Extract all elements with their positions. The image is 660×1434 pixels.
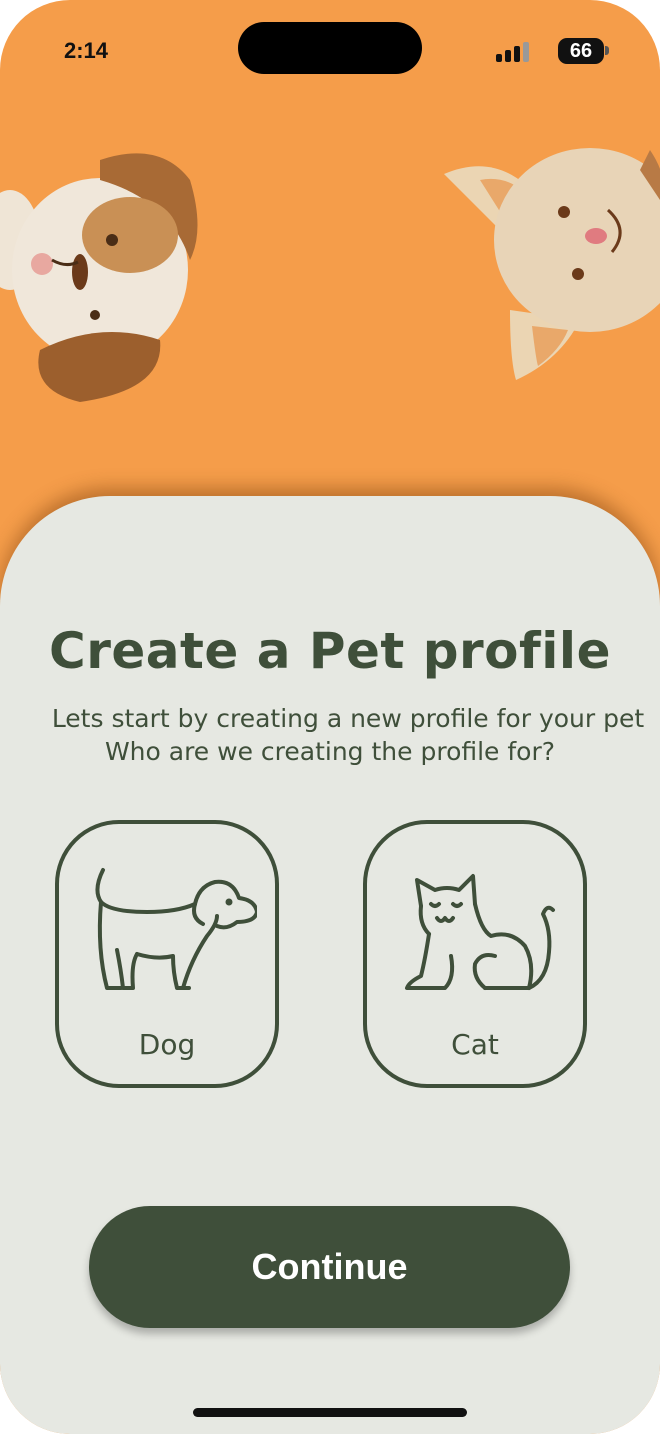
subtitle-line-1: Lets start by creating a new profile for… xyxy=(51,704,645,733)
status-time: 2:14 xyxy=(64,38,109,63)
continue-button[interactable]: Continue xyxy=(89,1206,570,1328)
page-title: Create a Pet profile xyxy=(49,622,611,680)
battery-icon: 66 xyxy=(558,38,604,64)
home-indicator xyxy=(193,1408,467,1417)
dog-outline-icon xyxy=(95,868,257,990)
signal-icon xyxy=(496,42,532,62)
dog-option-label: Dog xyxy=(138,1028,196,1061)
cat-face-icon xyxy=(444,148,660,380)
dog-face-icon xyxy=(0,153,198,402)
dynamic-island xyxy=(238,22,422,74)
cat-option-label: Cat xyxy=(451,1028,499,1061)
subtitle-line-2: Who are we creating the profile for? xyxy=(104,737,556,766)
phone-screen: 2:14 66 Create a Pet profile Lets start … xyxy=(0,0,660,1434)
dog-option-card[interactable]: Dog xyxy=(55,820,279,1088)
battery-cap xyxy=(605,46,609,55)
cat-option-card[interactable]: Cat xyxy=(363,820,587,1088)
cat-outline-icon xyxy=(405,874,555,990)
